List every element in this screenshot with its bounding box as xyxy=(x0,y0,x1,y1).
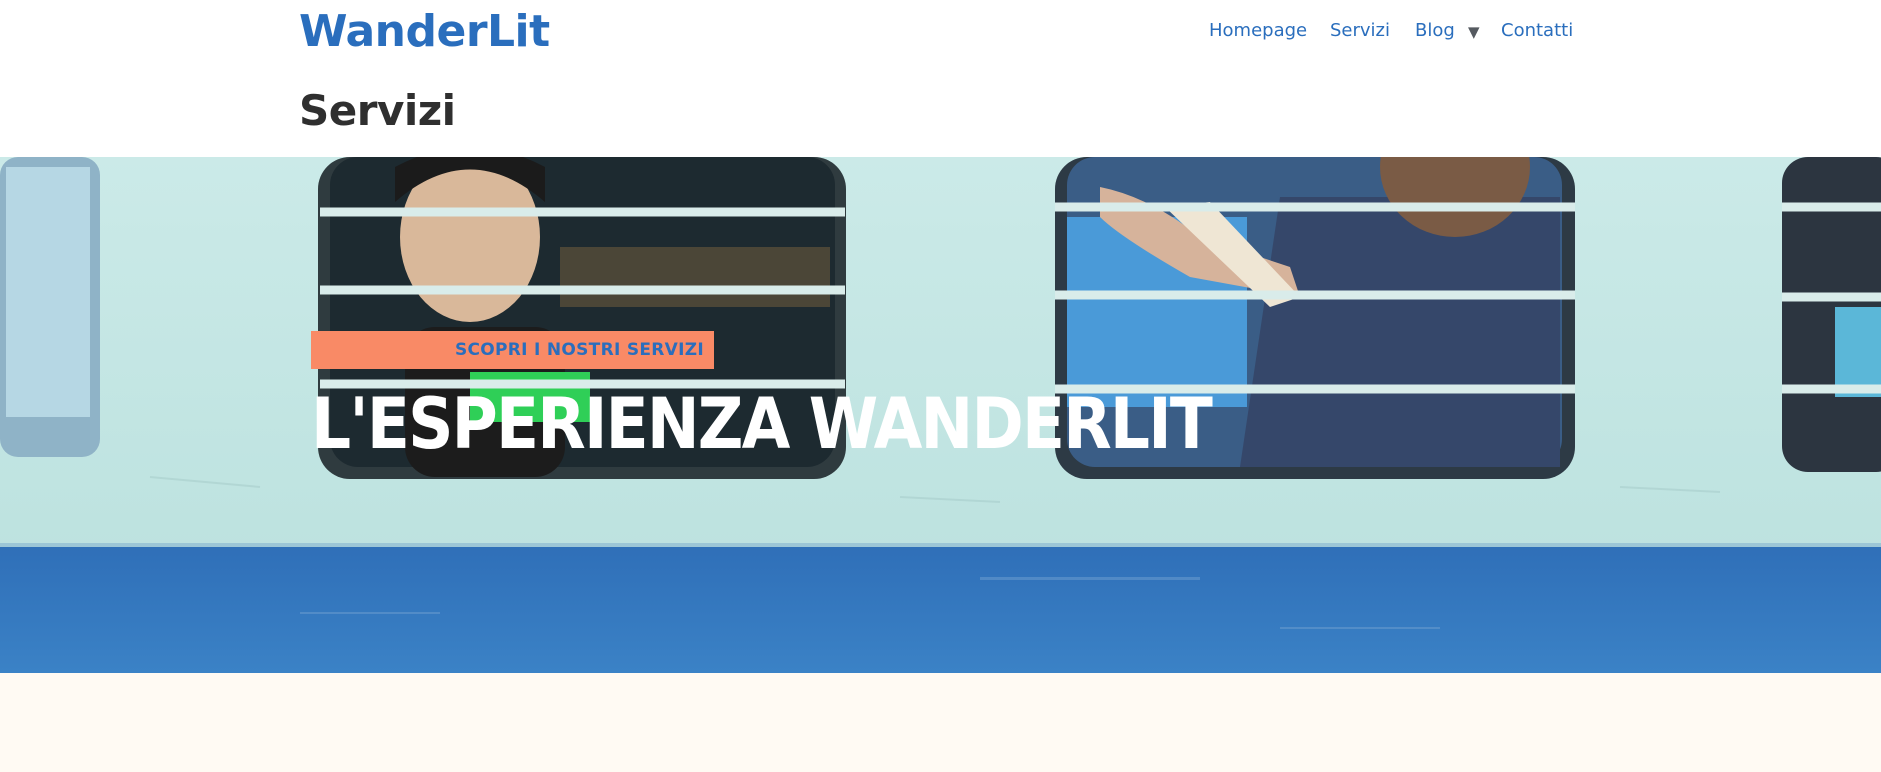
content-section xyxy=(0,673,1881,772)
hero-banner: SCOPRI I NOSTRI SERVIZI L'ESPERIENZA WAN… xyxy=(0,157,1881,673)
page-title: Servizi xyxy=(299,86,456,135)
site-logo[interactable]: WanderLit xyxy=(299,6,550,57)
hero-title: L'ESPERIENZA WANDERLIT xyxy=(311,383,1213,465)
caret-down-icon[interactable]: ▼ xyxy=(1468,23,1480,41)
nav-item-contatti[interactable]: Contatti xyxy=(1501,20,1573,41)
site-header: WanderLit Homepage Servizi Blog ▼ Contat… xyxy=(0,0,1881,157)
nav-item-servizi[interactable]: Servizi xyxy=(1330,20,1390,41)
nav-item-blog[interactable]: Blog xyxy=(1415,20,1455,41)
hero-badge: SCOPRI I NOSTRI SERVIZI xyxy=(311,331,714,369)
nav-item-homepage[interactable]: Homepage xyxy=(1209,20,1307,41)
